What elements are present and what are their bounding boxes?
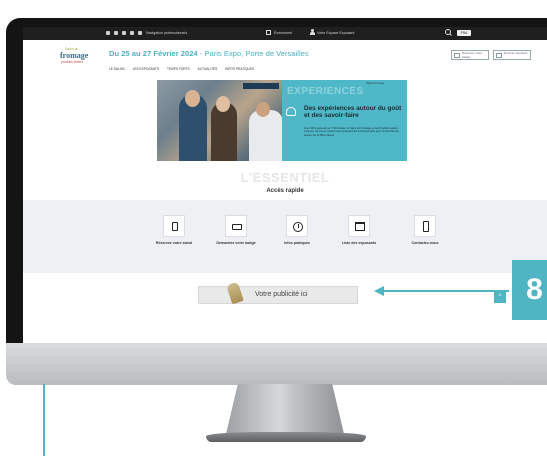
badge-button-label: Réservez votre badge bbox=[462, 51, 483, 59]
section-title: Accès rapide bbox=[266, 188, 304, 194]
hero-text: Avec 220 exposants et 7 500 visites, le … bbox=[304, 127, 399, 137]
quick-icon-box bbox=[348, 215, 370, 237]
hero-title: Des expériences autour du goût et des sa… bbox=[304, 105, 402, 120]
quick-item-contact[interactable]: Contactez-nous bbox=[394, 215, 456, 245]
quick-icon-box bbox=[163, 215, 185, 237]
phone-icon bbox=[423, 221, 429, 232]
essentiel-watermark: L'ESSENTIEL bbox=[240, 170, 330, 185]
callout-badge: 8 bbox=[512, 260, 547, 320]
document-icon bbox=[172, 222, 178, 231]
quick-item-label: Contactez-nous bbox=[411, 241, 439, 245]
hero-watermark: EXPERIENCES bbox=[287, 86, 364, 97]
ad-text: Votre publicité ici bbox=[255, 291, 308, 298]
smile-icon bbox=[286, 107, 296, 116]
calendar-icon bbox=[266, 30, 271, 35]
scroll-top-button[interactable]: ^ bbox=[494, 292, 506, 303]
badge-button[interactable]: Réservez votre badge bbox=[451, 50, 489, 60]
quick-item-exposants[interactable]: Liste des exposants bbox=[328, 215, 390, 245]
site-logo[interactable]: Salon du fromage produits laitiers bbox=[58, 47, 94, 69]
instagram-icon[interactable] bbox=[122, 31, 126, 35]
event-headline: Du 25 au 27 Février 2024 - Paris Expo, P… bbox=[109, 49, 309, 58]
quick-item-infos[interactable]: Infos pratiques bbox=[266, 215, 328, 245]
booth-sign bbox=[243, 83, 279, 89]
menu-item-salon[interactable]: LE SALON bbox=[109, 67, 125, 71]
nav-pro-link[interactable]: Navigation professionnels bbox=[146, 31, 187, 35]
facebook-icon[interactable] bbox=[106, 31, 110, 35]
main-menu: LE SALON LES EXPOSANTS TEMPS FORTS ACTUA… bbox=[109, 67, 254, 71]
exhibitor-button[interactable]: Devenir exposant bbox=[493, 50, 531, 60]
menu-item-actualites[interactable]: ACTUALITÉS bbox=[198, 67, 218, 71]
quick-icon-box bbox=[286, 215, 308, 237]
badge-icon bbox=[454, 53, 460, 58]
callout-line bbox=[383, 290, 509, 292]
linkedin-icon[interactable] bbox=[138, 31, 142, 35]
social-tag: #SalonFromage bbox=[366, 82, 385, 85]
website-screen: Navigation professionnels Évènement Votr… bbox=[23, 27, 547, 347]
quick-item-label: Liste des exposants bbox=[341, 241, 377, 245]
quick-icon-box bbox=[225, 215, 247, 237]
quick-item-label: Infos pratiques bbox=[284, 241, 310, 245]
hero-photo bbox=[157, 80, 282, 161]
quick-item-label: Demandez votre badge bbox=[216, 241, 256, 245]
quick-item-label: Réservez votre stand bbox=[155, 241, 193, 245]
events-link[interactable]: Évènement bbox=[274, 31, 292, 35]
exhibitor-space-link[interactable]: Votre Espace Exposant bbox=[317, 31, 354, 35]
menu-item-exposants[interactable]: LES EXPOSANTS bbox=[133, 67, 159, 71]
logo-main-text: fromage bbox=[60, 51, 89, 60]
youtube-icon[interactable] bbox=[130, 31, 134, 35]
event-dates: Du 25 au 27 Février 2024 bbox=[109, 49, 198, 58]
person-head bbox=[185, 90, 200, 107]
quick-item-badge[interactable]: Demandez votre badge bbox=[205, 215, 267, 245]
stand-icon bbox=[496, 53, 502, 58]
monitor-chin bbox=[6, 343, 547, 385]
twitter-icon[interactable] bbox=[114, 31, 118, 35]
bag-illustration bbox=[226, 281, 244, 305]
quick-icon-box bbox=[414, 215, 436, 237]
event-place: - Paris Expo, Porte de Versailles bbox=[197, 49, 309, 58]
callout-arrow-icon bbox=[374, 286, 384, 296]
menu-item-temps-forts[interactable]: TEMPS FORTS bbox=[167, 67, 190, 71]
social-icons bbox=[106, 31, 142, 35]
monitor-stand-neck bbox=[226, 384, 344, 434]
logo-sub-text: produits laitiers bbox=[61, 60, 84, 64]
hero-panel: #SalonFromage EXPERIENCES Des expérience… bbox=[282, 80, 407, 161]
quick-access-bar: Réservez votre stand Demandez votre badg… bbox=[23, 200, 547, 273]
person-head bbox=[216, 96, 230, 112]
language-selector[interactable]: FRA bbox=[457, 30, 471, 36]
person-figure bbox=[249, 110, 282, 161]
stand-icon bbox=[355, 222, 365, 231]
top-bar: Navigation professionnels Évènement Votr… bbox=[23, 27, 547, 40]
exhibitor-button-label: Devenir exposant bbox=[504, 51, 528, 55]
quick-item-stand[interactable]: Réservez votre stand bbox=[143, 215, 205, 245]
menu-item-infos[interactable]: INFOS PRATIQUES bbox=[225, 67, 254, 71]
clock-icon bbox=[293, 222, 303, 232]
monitor-mockup: Navigation professionnels Évènement Votr… bbox=[0, 0, 547, 456]
user-icon bbox=[310, 29, 315, 35]
ticket-icon bbox=[232, 224, 242, 230]
person-head bbox=[256, 102, 270, 117]
guide-line bbox=[43, 384, 45, 456]
ad-banner[interactable]: Votre publicité ici bbox=[198, 281, 358, 305]
search-icon[interactable] bbox=[445, 29, 451, 35]
monitor-stand-foot bbox=[206, 432, 366, 442]
